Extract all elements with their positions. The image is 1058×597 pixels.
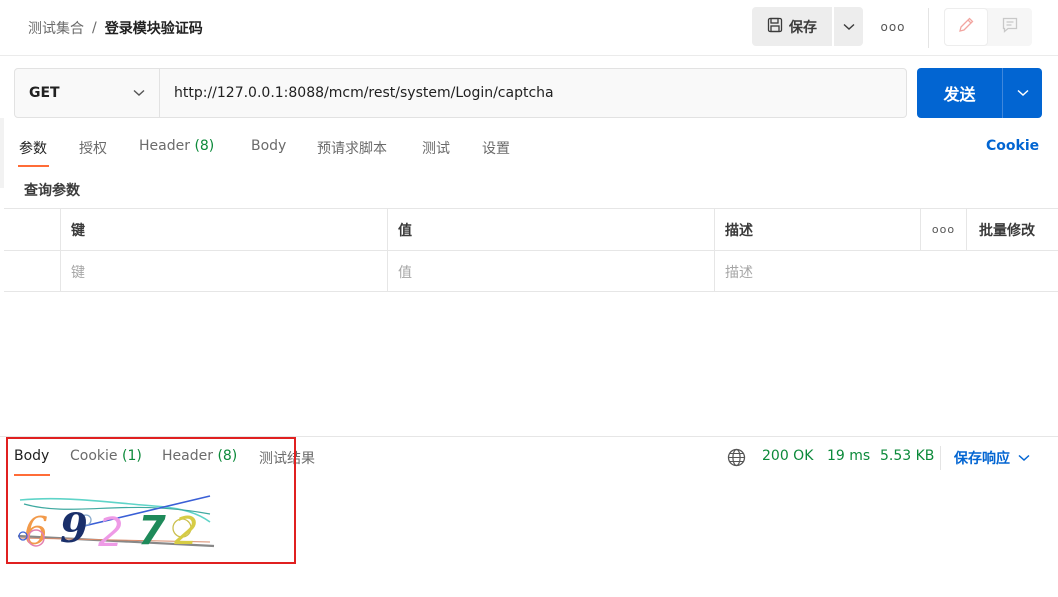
key-input[interactable]: 键 [60, 251, 387, 292]
save-response-button[interactable]: 保存响应 [954, 448, 1030, 468]
row-checkbox-cell [4, 251, 60, 292]
chevron-down-icon [133, 85, 145, 101]
bulk-edit-button[interactable]: 批量修改 [966, 209, 1058, 250]
comments-button[interactable] [988, 8, 1032, 46]
method-value: GET [29, 85, 60, 101]
pencil-icon [957, 16, 975, 38]
send-button-label: 发送 [943, 85, 976, 104]
save-button-label: 保存 [789, 19, 817, 36]
more-dots-icon: ooo [880, 20, 906, 34]
edit-docs-button[interactable] [944, 8, 988, 46]
chevron-down-icon [1016, 85, 1029, 101]
value-input[interactable]: 值 [387, 251, 714, 292]
request-header: 测试集合 / 登录模块验证码 保存 ooo [0, 0, 1058, 56]
breadcrumb-collection[interactable]: 测试集合 [28, 18, 84, 38]
save-button-group: 保存 [752, 7, 863, 46]
tab-settings[interactable]: 设置 [482, 138, 510, 158]
tab-headers[interactable]: Header (8) [139, 138, 214, 154]
save-response-label: 保存响应 [954, 451, 1010, 467]
column-options-button[interactable]: ooo [920, 209, 966, 250]
chevron-down-icon [1018, 450, 1030, 466]
row-spacer [966, 251, 1058, 292]
save-button[interactable]: 保存 [752, 7, 832, 46]
url-bar: GET [14, 68, 907, 118]
chevron-down-icon [843, 19, 855, 35]
value-column-header: 值 [387, 209, 714, 250]
checkbox-column-header [4, 209, 60, 250]
save-options-button[interactable] [833, 7, 863, 46]
tab-body[interactable]: Body [251, 138, 286, 154]
send-options-button[interactable] [1002, 68, 1042, 118]
row-spacer [920, 251, 966, 292]
key-column-header: 键 [60, 209, 387, 250]
more-actions-button[interactable]: ooo [878, 14, 908, 40]
side-tools [944, 8, 1032, 46]
breadcrumb-request-name[interactable]: 登录模块验证码 [105, 18, 203, 38]
breadcrumb-separator: / [92, 20, 97, 36]
status-code[interactable]: 200 OK [762, 448, 813, 464]
tab-headers-label: Header [139, 138, 190, 154]
cookies-link[interactable]: Cookie [986, 138, 1039, 154]
query-params-title: 查询参数 [24, 183, 80, 199]
send-button-group: 发送 [917, 68, 1042, 118]
query-params-table: 键 值 描述 ooo 批量修改 键 值 描述 [4, 208, 1058, 292]
toolbar-divider [928, 8, 929, 48]
tab-pre-request-script[interactable]: 预请求脚本 [317, 138, 387, 158]
globe-icon[interactable] [727, 448, 746, 471]
response-meta-divider [940, 446, 941, 470]
response-size[interactable]: 5.53 KB [880, 448, 934, 464]
table-header-row: 键 值 描述 ooo 批量修改 [4, 208, 1058, 250]
send-button[interactable]: 发送 [917, 68, 1002, 118]
method-select[interactable]: GET [15, 69, 160, 117]
comment-icon [1001, 16, 1019, 38]
highlight-box [6, 437, 296, 564]
active-tab-indicator [18, 165, 49, 167]
tab-authorization[interactable]: 授权 [79, 138, 107, 158]
description-column-header: 描述 [714, 209, 920, 250]
tab-params[interactable]: 参数 [19, 138, 47, 158]
response-time[interactable]: 19 ms [827, 448, 870, 464]
table-row: 键 值 描述 [4, 250, 1058, 292]
breadcrumb: 测试集合 / 登录模块验证码 [28, 18, 203, 38]
floppy-disk-icon [767, 17, 783, 37]
tab-headers-count: (8) [194, 138, 215, 154]
request-tabs: 参数 授权 Header (8) Body 预请求脚本 测试 设置 Cookie [0, 128, 1058, 168]
url-input[interactable] [160, 69, 906, 117]
tab-tests[interactable]: 测试 [422, 138, 450, 158]
description-input[interactable]: 描述 [714, 251, 920, 292]
